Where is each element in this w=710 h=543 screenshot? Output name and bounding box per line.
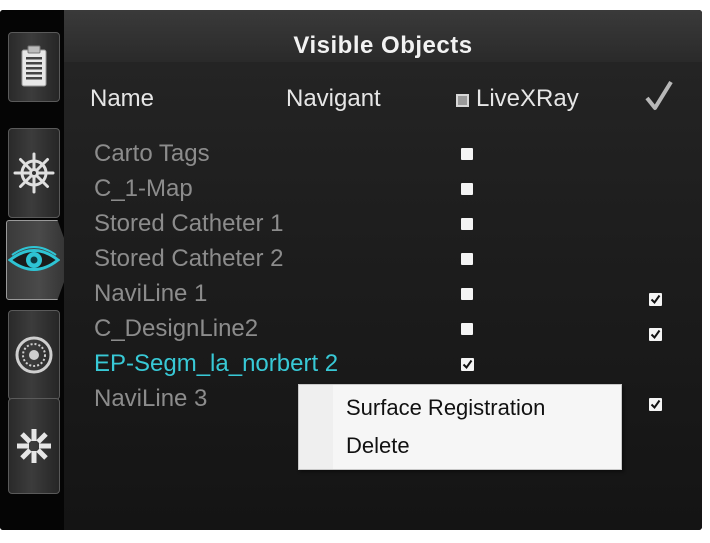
column-header-navigant: Navigant xyxy=(286,85,381,112)
checkmark-icon xyxy=(645,80,673,110)
object-name: NaviLine 3 xyxy=(94,385,208,412)
starburst-icon xyxy=(17,429,51,463)
context-menu: Surface Registration Delete xyxy=(298,384,622,470)
list-item[interactable]: EP-Segm_la_norbert 2 xyxy=(94,350,684,380)
visible-checkbox[interactable] xyxy=(649,293,662,306)
tool-clipboard-button[interactable] xyxy=(8,32,60,102)
checkmark-icon xyxy=(650,329,661,340)
column-header-name: Name xyxy=(90,85,155,112)
column-header-livexray: LiveXRay xyxy=(476,85,579,112)
list-item[interactable]: Carto Tags xyxy=(94,140,684,170)
livexray-checkbox[interactable] xyxy=(461,323,473,335)
visible-objects-panel: Visible Objects Name Navigant LiveXRay ✓… xyxy=(64,10,702,530)
visible-checkbox[interactable] xyxy=(649,328,662,341)
object-name: NaviLine 1 xyxy=(94,280,208,307)
livexray-header-checkbox[interactable] xyxy=(456,94,469,107)
livexray-checkbox[interactable] xyxy=(461,218,473,230)
object-name: Carto Tags xyxy=(94,140,210,167)
menu-item-surface-registration[interactable]: Surface Registration xyxy=(346,395,545,421)
tool-visible-objects-button[interactable] xyxy=(6,220,72,300)
object-name: C_1-Map xyxy=(94,175,193,202)
eye-icon xyxy=(8,246,60,271)
list-item[interactable]: NaviLine 1 xyxy=(94,280,684,310)
visible-column-header[interactable]: ✓ xyxy=(644,80,674,117)
object-name: EP-Segm_la_norbert 2 xyxy=(94,350,339,377)
tool-starburst-button[interactable] xyxy=(8,398,60,494)
list-item[interactable]: Stored Catheter 2 xyxy=(94,245,684,275)
checkmark-icon xyxy=(462,359,473,370)
checkmark-icon xyxy=(650,294,661,305)
checkmark-icon xyxy=(650,399,661,410)
tool-dial-button[interactable] xyxy=(8,310,60,400)
livexray-checkbox-checked[interactable] xyxy=(461,358,474,371)
livexray-checkbox[interactable] xyxy=(461,148,473,160)
livexray-checkbox[interactable] xyxy=(461,253,473,265)
livexray-checkbox[interactable] xyxy=(461,183,473,195)
screen: Visible Objects Name Navigant LiveXRay ✓… xyxy=(0,0,710,543)
list-item[interactable]: C_1-Map xyxy=(94,175,684,205)
dial-icon xyxy=(15,336,53,374)
list-item[interactable]: C_DesignLine2 xyxy=(94,315,684,345)
object-name: C_DesignLine2 xyxy=(94,315,259,342)
list-item[interactable]: Stored Catheter 1 xyxy=(94,210,684,240)
tool-ship-wheel-button[interactable] xyxy=(8,128,60,218)
clipboard-icon xyxy=(21,45,47,87)
context-menu-gutter xyxy=(299,385,333,469)
livexray-checkbox[interactable] xyxy=(461,288,473,300)
menu-item-delete[interactable]: Delete xyxy=(346,433,410,459)
object-name: Stored Catheter 2 xyxy=(94,245,284,272)
app-window: Visible Objects Name Navigant LiveXRay ✓… xyxy=(0,10,702,530)
object-name: Stored Catheter 1 xyxy=(94,210,284,237)
ship-wheel-icon xyxy=(13,152,55,194)
visible-checkbox[interactable] xyxy=(649,398,662,411)
panel-title: Visible Objects xyxy=(293,32,473,59)
tool-sidebar xyxy=(0,10,72,530)
